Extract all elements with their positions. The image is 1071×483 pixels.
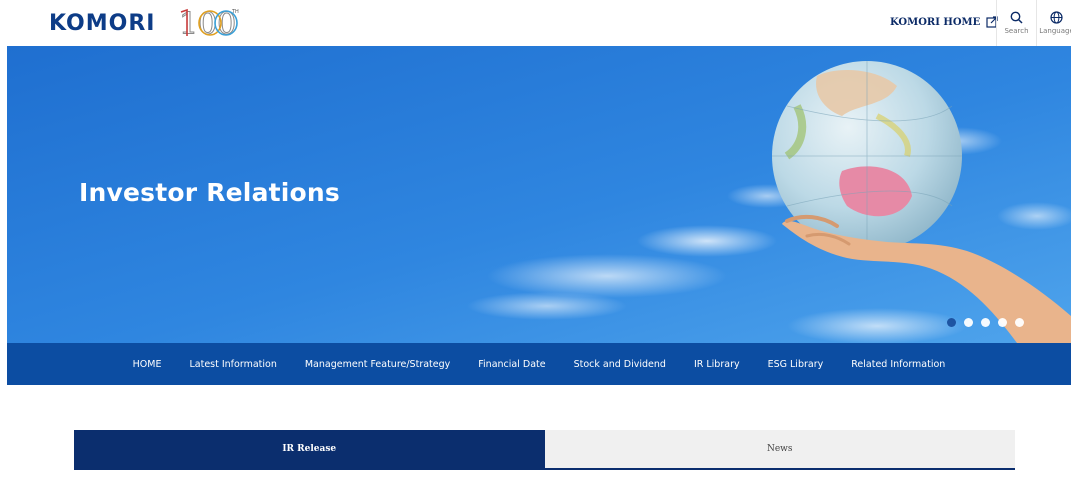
- slider-dots: [947, 318, 1024, 327]
- nav-esg-library[interactable]: ESG Library: [754, 359, 838, 370]
- language-button[interactable]: Language: [1036, 0, 1071, 46]
- nav-ir-library[interactable]: IR Library: [680, 359, 754, 370]
- komori-home-link[interactable]: KOMORI HOME: [890, 16, 998, 28]
- tab-news[interactable]: News: [544, 430, 1015, 468]
- slider-dot-4[interactable]: [998, 318, 1007, 327]
- ir-navigation: HOME Latest Information Management Featu…: [7, 343, 1071, 385]
- globe-icon: [1050, 11, 1063, 24]
- tab-ir-release[interactable]: IR Release: [74, 430, 545, 468]
- news-tabs: IR Release News: [74, 430, 1015, 470]
- slider-dot-2[interactable]: [964, 318, 973, 327]
- site-header: KOMORI 100 TH KOMORI HOME Search Languag…: [0, 0, 1071, 46]
- search-button[interactable]: Search: [996, 0, 1036, 46]
- slider-dot-3[interactable]: [981, 318, 990, 327]
- anniversary-100-logo: 100 TH: [179, 7, 240, 41]
- nav-financial-date[interactable]: Financial Date: [464, 359, 559, 370]
- nav-latest-information[interactable]: Latest Information: [175, 359, 290, 370]
- hero-banner: Investor Relations: [7, 46, 1071, 343]
- nav-home[interactable]: HOME: [119, 359, 176, 370]
- svg-text:TH: TH: [231, 9, 239, 15]
- nav-management-strategy[interactable]: Management Feature/Strategy: [291, 359, 464, 370]
- search-icon: [1010, 11, 1023, 24]
- slider-dot-1[interactable]: [947, 318, 956, 327]
- language-label: Language: [1039, 27, 1071, 35]
- nav-related-information[interactable]: Related Information: [837, 359, 959, 370]
- komori-home-label: KOMORI HOME: [890, 16, 981, 28]
- nav-stock-dividend[interactable]: Stock and Dividend: [560, 359, 680, 370]
- slider-dot-5[interactable]: [1015, 318, 1024, 327]
- hero-title: Investor Relations: [79, 178, 341, 207]
- search-label: Search: [1004, 27, 1029, 35]
- logo-wordmark: KOMORI: [49, 10, 156, 36]
- komori-logo[interactable]: KOMORI 100 TH: [49, 7, 240, 41]
